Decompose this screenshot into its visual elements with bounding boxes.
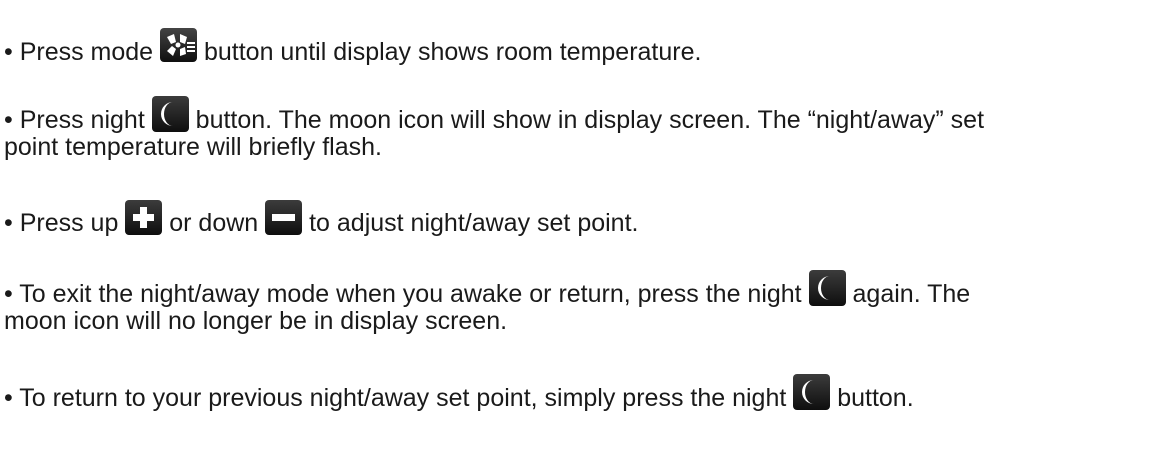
bullet-exit-line2: moon icon will no longer be in display s…: [4, 306, 507, 336]
fan-icon: [160, 28, 198, 62]
bullet-return-prefix: • To return to your previous night/away …: [4, 384, 794, 412]
bullet-return-suffix: button.: [830, 384, 914, 412]
bullet-exit-prefix: • To exit the night/away mode when you a…: [4, 280, 809, 308]
bullet-exit-line2-text: moon icon will no longer be in display s…: [4, 307, 508, 335]
bullet-mode-prefix: • Press mode: [4, 38, 161, 66]
bullet-night-prefix: • Press night: [4, 106, 152, 134]
bullet-adjust-middle: or down: [162, 209, 266, 237]
bullet-exit: • To exit the night/away mode when you a…: [4, 270, 970, 309]
bullet-night-line2-text: point temperature will briefly flash.: [4, 133, 382, 161]
bullet-exit-suffix: again. The: [845, 280, 971, 308]
moon-icon: [151, 96, 189, 132]
bullet-adjust-suffix: to adjust night/away set point.: [302, 209, 639, 237]
bullet-night: • Press night button. The moon icon will…: [4, 96, 984, 135]
bullet-adjust-prefix: • Press up: [4, 209, 126, 237]
bullet-mode: • Press mode button until display shows …: [4, 28, 701, 67]
plus-icon: [125, 200, 163, 235]
bullet-night-suffix: button. The moon icon will show in displ…: [188, 106, 985, 134]
moon-icon: [808, 270, 846, 306]
moon-icon: [793, 374, 831, 410]
bullet-night-line2: point temperature will briefly flash.: [4, 132, 382, 162]
minus-icon: [265, 200, 303, 235]
bullet-return: • To return to your previous night/away …: [4, 374, 914, 413]
bullet-adjust: • Press up or down to adjust night/away …: [4, 200, 638, 238]
bullet-mode-suffix: button until display shows room temperat…: [197, 38, 702, 66]
